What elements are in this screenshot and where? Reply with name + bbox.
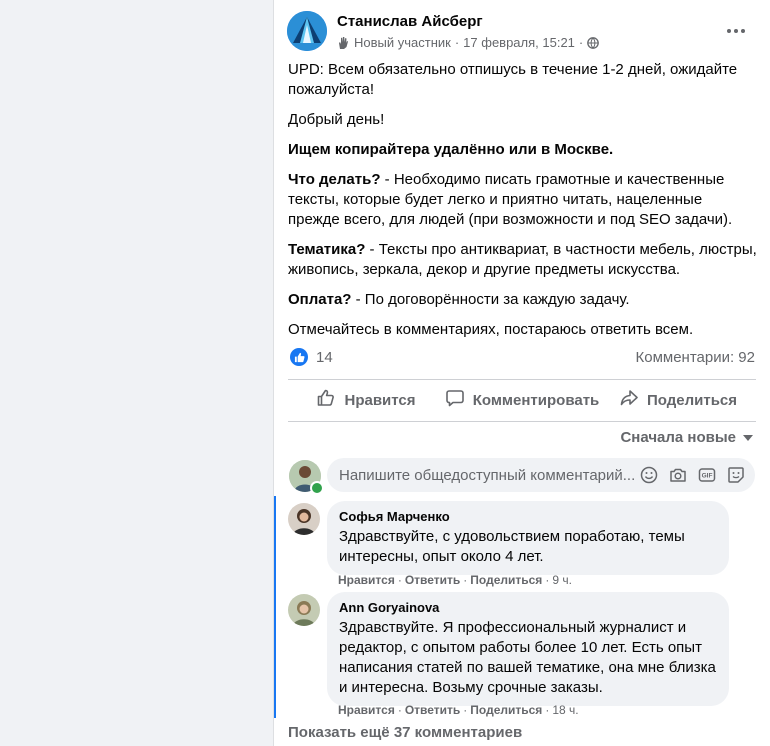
sort-dropdown[interactable]: Сначала новые	[620, 429, 754, 446]
more-options-icon[interactable]	[724, 23, 748, 39]
commenter-name[interactable]: Софья Марченко	[339, 509, 717, 525]
comment-actions: Нравится · Ответить · Поделиться · 9 ч.	[338, 573, 572, 587]
comment-icon	[445, 388, 465, 412]
comment-input[interactable]: Напишите общедоступный комментарий... GI…	[327, 458, 755, 492]
post-update: UPD: Всем обязательно отпишусь в течение…	[288, 61, 738, 98]
like-button-label: Нравится	[344, 391, 416, 409]
sticker-icon[interactable]	[726, 465, 746, 485]
comment-thread-line	[274, 496, 276, 718]
comment-share-link[interactable]: Поделиться	[470, 703, 542, 717]
comment-button-label: Комментировать	[472, 391, 600, 409]
commenter-avatar[interactable]	[288, 594, 320, 626]
post-date[interactable]: 17 февраля, 15:21	[463, 35, 575, 50]
payment-text: - По договорённости за каждую задачу.	[351, 291, 630, 308]
what-label: Что делать?	[288, 171, 381, 188]
comment-button[interactable]: Комментировать	[444, 381, 600, 419]
like-count[interactable]: 14	[316, 349, 333, 366]
post-greeting: Добрый день!	[288, 111, 385, 128]
comment-reply-link[interactable]: Ответить	[405, 573, 460, 587]
comment-input-tools: GIF	[639, 465, 746, 485]
comment-bubble: Ann Goryainova Здравствуйте. Я профессио…	[327, 592, 729, 706]
sort-label: Сначала новые	[620, 429, 736, 446]
comment-reply-link[interactable]: Ответить	[405, 703, 460, 717]
comment-input-placeholder[interactable]: Напишите общедоступный комментарий...	[339, 467, 639, 484]
svg-text:GIF: GIF	[702, 473, 713, 480]
meta-separator: ·	[578, 35, 584, 50]
comment-text: Здравствуйте, с удовольствием поработаю,…	[339, 528, 685, 565]
gif-icon[interactable]: GIF	[697, 465, 717, 485]
divider	[288, 421, 756, 422]
comment-text: Здравствуйте. Я профессиональный журнали…	[339, 619, 716, 696]
chevron-down-icon	[742, 429, 754, 446]
payment-label: Оплата?	[288, 291, 352, 308]
post-topic: Тематика? - Тексты про антиквариат, в ча…	[288, 240, 758, 280]
member-badge: Новый участник	[354, 35, 451, 50]
comment-time[interactable]: 9 ч.	[552, 573, 572, 587]
post-headline: Ищем копирайтера удалённо или в Москве.	[288, 141, 614, 158]
share-icon	[619, 388, 639, 412]
divider	[288, 379, 756, 380]
online-status-indicator	[310, 481, 324, 495]
post-payment: Оплата? - По договорённости за каждую за…	[288, 290, 758, 310]
comment-time[interactable]: 18 ч.	[552, 703, 578, 717]
author-avatar[interactable]	[287, 11, 327, 51]
share-button[interactable]: Поделиться	[600, 381, 756, 419]
share-button-label: Поделиться	[646, 391, 738, 409]
camera-icon[interactable]	[668, 465, 688, 485]
topic-label: Тематика?	[288, 241, 366, 258]
like-button[interactable]: Нравится	[288, 381, 444, 419]
comment-bubble: Софья Марченко Здравствуйте, с удовольст…	[327, 501, 729, 575]
new-member-hand-icon	[336, 36, 350, 50]
thumbs-up-icon	[316, 388, 336, 412]
post-card: Станислав Айсберг Новый участник · 17 фе…	[273, 0, 770, 746]
reactions-bar: 14 Комментарии: 92	[288, 347, 757, 369]
emoji-icon[interactable]	[639, 465, 659, 485]
author-name[interactable]: Станислав Айсберг	[337, 13, 483, 30]
post-meta: Новый участник · 17 февраля, 15:21 ·	[336, 35, 600, 50]
commenter-name[interactable]: Ann Goryainova	[339, 600, 717, 616]
globe-icon[interactable]	[587, 36, 600, 49]
like-reaction-icon[interactable]	[290, 348, 308, 366]
comment-like-link[interactable]: Нравится	[338, 703, 395, 717]
post-actions: Нравится Комментировать Поделиться	[288, 381, 756, 419]
comment-actions: Нравится · Ответить · Поделиться · 18 ч.	[338, 703, 579, 717]
commenter-avatar[interactable]	[288, 503, 320, 535]
post-what: Что делать? - Необходимо писать грамотны…	[288, 170, 758, 230]
comment-count[interactable]: Комментарии: 92	[636, 349, 756, 366]
post-body: UPD: Всем обязательно отпишусь в течение…	[288, 60, 758, 350]
comment-like-link[interactable]: Нравится	[338, 573, 395, 587]
post-closing: Отмечайтесь в комментариях, постараюсь о…	[288, 321, 694, 338]
meta-separator: ·	[454, 35, 460, 50]
post-header: Станислав Айсберг Новый участник · 17 фе…	[287, 11, 770, 55]
show-more-comments-link[interactable]: Показать ещё 37 комментариев	[288, 724, 522, 741]
comment-share-link[interactable]: Поделиться	[470, 573, 542, 587]
